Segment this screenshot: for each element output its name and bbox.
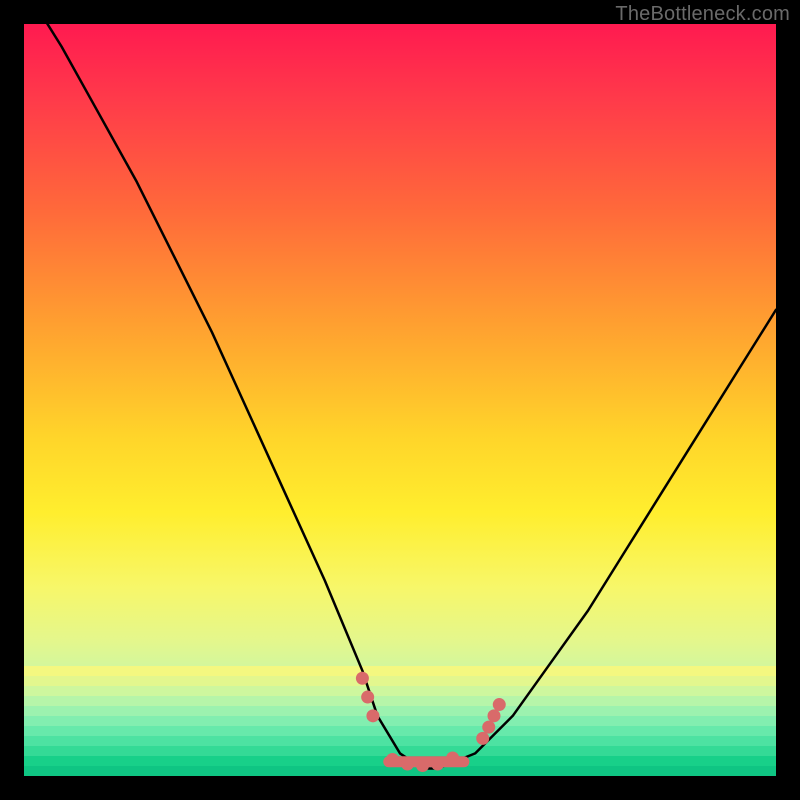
- data-point-marker: [356, 672, 369, 685]
- bottom-green-stripes: [24, 666, 776, 776]
- watermark-text: TheBottleneck.com: [615, 3, 790, 26]
- data-point-marker: [401, 757, 414, 770]
- data-point-marker: [366, 709, 379, 722]
- data-point-marker: [431, 757, 444, 770]
- data-point-marker: [361, 691, 374, 704]
- data-point-marker: [482, 721, 495, 734]
- data-point-marker: [386, 753, 399, 766]
- data-point-marker: [493, 698, 506, 711]
- plot-area: [24, 24, 776, 776]
- chart-stage: TheBottleneck.com: [0, 0, 800, 800]
- data-point-marker: [416, 759, 429, 772]
- data-point-marker: [476, 732, 489, 745]
- marker-layer: [356, 672, 506, 772]
- chart-svg: [24, 24, 776, 776]
- data-point-marker: [446, 751, 459, 764]
- data-point-marker: [488, 709, 501, 722]
- series-layer: [24, 24, 776, 768]
- bottleneck-curve: [24, 24, 776, 768]
